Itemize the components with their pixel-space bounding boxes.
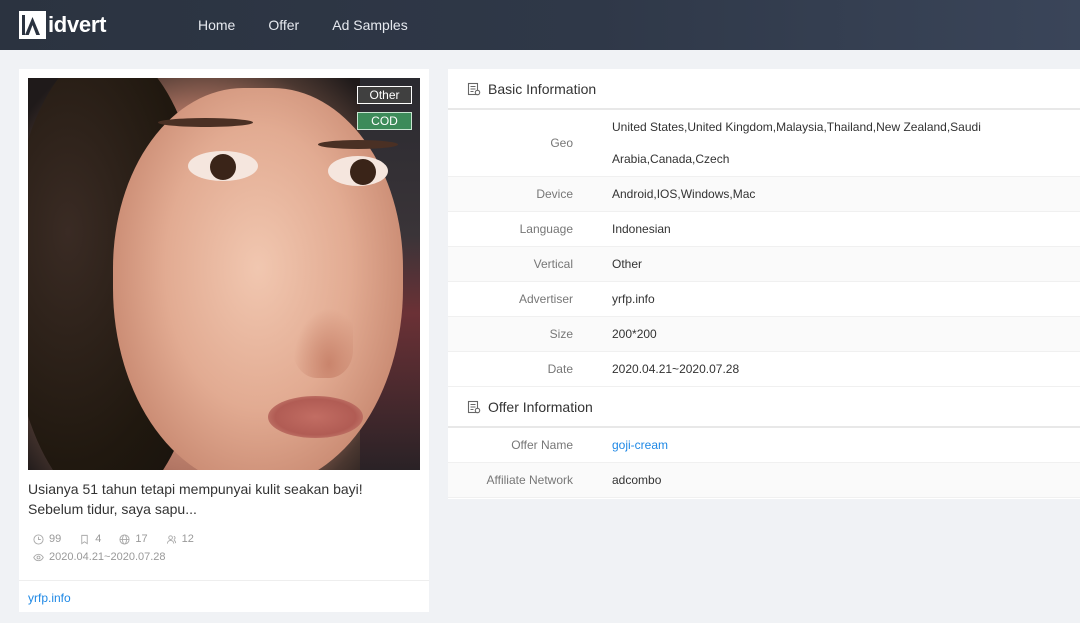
info-row-language: Language Indonesian	[448, 212, 1080, 247]
nav-home[interactable]: Home	[198, 17, 235, 33]
info-row-device: Device Android,IOS,Windows,Mac	[448, 177, 1080, 212]
size-value: 200*200	[612, 327, 657, 341]
ad-stats: 99 4 17 12	[33, 533, 212, 545]
offer-name-label: Offer Name	[511, 438, 573, 452]
stat-views-value: 99	[49, 533, 62, 545]
advertiser-link[interactable]: yrfp.info	[28, 591, 71, 605]
vertical-value: Other	[612, 257, 643, 271]
document-list-icon	[467, 82, 481, 95]
advertiser-label: Advertiser	[518, 292, 573, 306]
language-label: Language	[519, 222, 573, 236]
info-row-geo: Geo United States,United Kingdom,Malaysi…	[448, 110, 1080, 198]
cod-badge: COD	[357, 112, 412, 130]
date-value: 2020.04.21~2020.07.28	[612, 362, 740, 376]
stat-users: 12	[166, 533, 194, 545]
basic-info-title: Basic Information	[488, 80, 597, 97]
device-label: Device	[536, 187, 573, 201]
stat-users-value: 12	[181, 533, 194, 545]
main-nav: Home Offer Ad Samples	[198, 0, 441, 50]
globe-icon	[119, 533, 130, 545]
clock-icon	[33, 533, 44, 545]
eye-icon	[33, 553, 44, 561]
advertiser-value: yrfp.info	[612, 292, 655, 306]
nav-offer[interactable]: Offer	[268, 17, 299, 33]
language-value: Indonesian	[612, 222, 671, 236]
ad-date-range: 2020.04.21~2020.07.28	[33, 551, 166, 563]
site-logo[interactable]: idvert	[19, 10, 106, 40]
info-row-vertical: Vertical Other	[448, 247, 1080, 282]
info-row-affiliate-network: Affiliate Network adcombo	[448, 463, 1080, 498]
stat-bookmarks-value: 4	[95, 533, 102, 545]
info-row-advertiser: Advertiser yrfp.info	[448, 282, 1080, 317]
stat-views: 99	[33, 533, 61, 545]
affiliate-network-value: adcombo	[612, 473, 662, 487]
info-panel: Basic Information Geo United States,Unit…	[448, 69, 1080, 499]
logo-text: idvert	[48, 12, 107, 37]
offer-name-link[interactable]: goji-cream	[612, 438, 668, 452]
stat-geos-value: 17	[135, 533, 148, 545]
stat-geos: 17	[119, 533, 148, 545]
card-divider	[19, 580, 429, 581]
info-row-offer-name: Offer Name goji-cream	[448, 428, 1080, 463]
logo-icon	[19, 11, 46, 39]
vertical-badge: Other	[357, 86, 412, 104]
ad-image[interactable]: Other COD	[28, 78, 420, 470]
basic-info-header: Basic Information	[448, 69, 1080, 110]
offer-info-header: Offer Information	[448, 387, 1080, 428]
document-list-icon	[467, 400, 481, 413]
bookmark-icon	[81, 534, 88, 544]
affiliate-network-label: Affiliate Network	[486, 473, 573, 487]
device-value: Android,IOS,Windows,Mac	[612, 187, 756, 201]
ad-card: Other COD Usianya 51 tahun tetapi mempun…	[19, 69, 429, 612]
info-row-date: Date 2020.04.21~2020.07.28	[448, 352, 1080, 387]
stat-bookmarks: 4	[79, 533, 101, 545]
nav-ad-samples[interactable]: Ad Samples	[332, 17, 407, 33]
top-header: idvert Home Offer Ad Samples	[0, 0, 1080, 50]
info-row-size: Size 200*200	[448, 317, 1080, 352]
users-icon	[166, 534, 176, 544]
ad-title: Usianya 51 tahun tetapi mempunyai kulit …	[28, 481, 363, 517]
geo-label: Geo	[550, 136, 573, 150]
vertical-label: Vertical	[533, 257, 573, 271]
offer-info-title: Offer Information	[488, 398, 593, 415]
ad-date-text: 2020.04.21~2020.07.28	[49, 551, 166, 563]
date-label: Date	[547, 362, 573, 376]
size-label: Size	[549, 327, 573, 341]
